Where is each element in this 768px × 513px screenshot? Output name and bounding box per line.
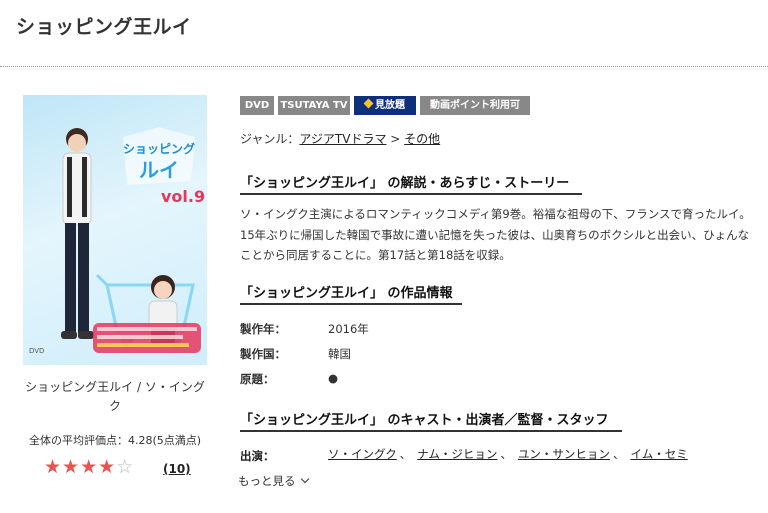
info-label: 製作国： — [240, 347, 286, 361]
show-more-label: もっと見る — [238, 474, 296, 488]
badge-dvd: DVD — [240, 96, 274, 115]
story-section-title: 「ショッピング王ルイ」 の解説・あらすじ・ストーリー — [240, 176, 570, 191]
info-value: 2016年 — [328, 322, 369, 336]
cast-link[interactable]: ソ・イングク — [328, 447, 397, 461]
info-value: ● — [328, 371, 339, 385]
cast-separator: 、 — [500, 447, 512, 461]
page-title: ショッピング王ルイ — [16, 16, 192, 38]
info-label: 原題： — [240, 372, 275, 386]
genre-link-other[interactable]: その他 — [404, 132, 440, 146]
cast-label: 出演： — [240, 449, 275, 463]
cover-image[interactable]: ショッピング ルイ vol.9 DVD — [23, 95, 207, 365]
cast-section-underline — [240, 430, 622, 432]
cover-caption[interactable]: ショッピング王ルイ / ソ・イングク — [23, 378, 207, 416]
info-value: 韓国 — [328, 347, 351, 361]
info-section-underline — [240, 303, 462, 305]
cast-section-title: 「ショッピング王ルイ」 のキャスト・出演者／監督・スタッフ — [240, 413, 609, 428]
cover-dvd-mark: DVD — [29, 347, 45, 355]
cover-tagline-graphic — [93, 323, 201, 353]
review-count-link[interactable]: (10) — [163, 462, 191, 476]
genre-link-asian-tv-drama[interactable]: アジアTVドラマ — [299, 132, 386, 146]
cast-link[interactable]: ユン・サンヒョン — [518, 447, 610, 461]
diamond-icon — [363, 98, 374, 109]
info-label: 製作年： — [240, 322, 286, 336]
star-filled-icons: ★★★★ — [44, 456, 117, 478]
badge-mihodai: 見放題 — [354, 96, 416, 115]
show-more-button[interactable]: もっと見る — [238, 473, 309, 489]
story-section-heading: 「ショッピング王ルイ」 の解説・あらすじ・ストーリー — [240, 172, 582, 195]
cover-volume-label: vol.9 — [161, 187, 206, 206]
cast-list: ソ・イングク、ナム・ジヒョン、ユン・サンヒョン、イム・セミ — [328, 446, 688, 462]
badge-tsutaya-tv: TSUTAYA TV — [278, 96, 350, 115]
star-empty-icon: ☆ — [116, 456, 135, 478]
genre-separator: > — [386, 132, 405, 146]
svg-text:ショッピング: ショッピング — [123, 141, 195, 156]
cover-title-logo: ショッピング ルイ — [123, 127, 195, 185]
cast-section-heading: 「ショッピング王ルイ」 のキャスト・出演者／監督・スタッフ — [240, 409, 622, 432]
badge-video-point: 動画ポイント利用可 — [420, 96, 530, 115]
cast-separator: 、 — [399, 447, 412, 461]
info-section-heading: 「ショッピング王ルイ」 の作品情報 — [240, 282, 462, 305]
badge-mihodai-label: 見放題 — [375, 100, 405, 111]
rating-stars: ★★★★☆ — [44, 458, 134, 477]
svg-text:ルイ: ルイ — [139, 158, 179, 182]
genre-label: ジャンル： — [240, 132, 300, 146]
story-description: ソ・イングク主演によるロマンティックコメディ第9巻。裕福な祖母の下、フランスで育… — [240, 207, 751, 262]
title-divider — [0, 66, 768, 67]
chevron-down-icon — [300, 474, 309, 484]
info-section-title: 「ショッピング王ルイ」 の作品情報 — [240, 286, 453, 301]
average-rating-label: 全体の平均評価点：4.28(5点満点) — [28, 434, 202, 447]
story-section-underline — [240, 193, 582, 195]
cast-link[interactable]: イム・セミ — [630, 447, 687, 461]
genre-breadcrumb: ジャンル：アジアTVドラマ > その他 — [240, 130, 440, 147]
cast-link[interactable]: ナム・ジヒョン — [417, 447, 497, 461]
cast-separator: 、 — [612, 447, 625, 461]
